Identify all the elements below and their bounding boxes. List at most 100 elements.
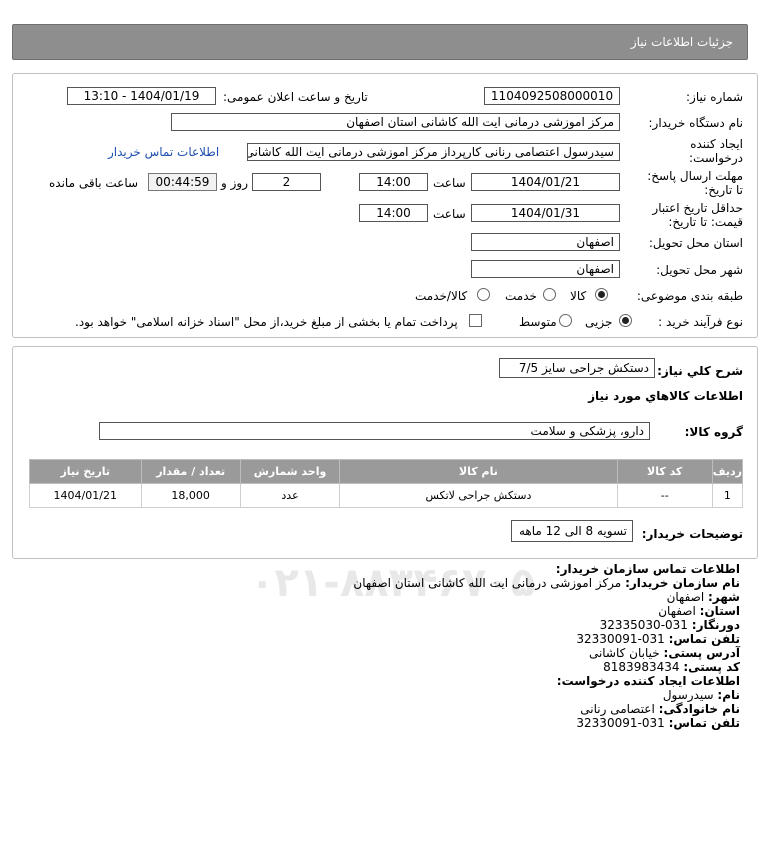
header-need-date: تاریخ نیاز	[29, 459, 142, 484]
creator-title: اطلاعات ایجاد کننده درخواست:	[556, 674, 740, 688]
contact-title: اطلاعات تماس سازمان خریدار:	[555, 562, 740, 576]
contact-address-line: آدرس پستی: خیابان کاشانی	[20, 646, 740, 660]
validity-time-field: 14:00	[359, 204, 428, 222]
goods-panel: شرح کلي نياز: دستکش جراحی سایز 7/5 اطلاع…	[12, 346, 758, 559]
category-goods-radio[interactable]	[595, 288, 608, 301]
page-title: جزئیات اطلاعات نیاز	[630, 35, 733, 49]
need-info-panel: شماره نیاز: 1104092508000010 تاریخ و ساع…	[12, 73, 758, 338]
province-field: اصفهان	[471, 233, 620, 251]
creator-title-line: اطلاعات ایجاد کننده درخواست:	[20, 674, 740, 688]
creator-field: سیدرسول اعتصامی رنانی کارپرداز مرکز اموز…	[247, 143, 620, 161]
process-small-label: جزیی	[585, 315, 613, 329]
contact-phone: 031-32330091	[576, 632, 665, 646]
header-unit: واحد شمارش	[239, 459, 341, 484]
contact-postal-label: کد پستی:	[683, 660, 740, 674]
table-row: 1 -- دستکش جراحی لاتکس عدد 18,000 1404/0…	[29, 483, 744, 508]
header-goods-name: نام کالا	[339, 459, 618, 484]
city-field: اصفهان	[471, 260, 620, 278]
contact-city: اصفهان	[666, 590, 705, 604]
buyer-notes-field: تسویه 8 الی 12 ماهه	[511, 520, 633, 542]
contact-city-label: شهر:	[708, 590, 740, 604]
contact-address-label: آدرس پستی:	[663, 646, 740, 660]
contact-fax: 031-32335030	[599, 618, 688, 632]
remaining-label: ساعت باقی مانده	[49, 176, 139, 190]
contact-phone-label: تلفن تماس:	[668, 632, 740, 646]
page-header: جزئیات اطلاعات نیاز	[12, 24, 748, 60]
cell-need-date: 1404/01/21	[29, 483, 142, 508]
contact-org-label: نام سازمان خریدار:	[625, 576, 740, 590]
remaining-time-field: 00:44:59	[148, 173, 217, 191]
creator-label-2: درخواست:	[689, 151, 743, 165]
creator-label-1: ایجاد کننده	[690, 137, 743, 151]
process-medium-radio[interactable]	[559, 314, 572, 327]
deadline-time-field: 14:00	[359, 173, 428, 191]
need-number-label: شماره نیاز:	[686, 90, 743, 104]
contact-postal: 8183983434	[603, 660, 680, 674]
treasury-payment-checkbox[interactable]	[469, 314, 482, 327]
creator-first-name: سیدرسول	[662, 688, 714, 702]
contact-title-line: اطلاعات تماس سازمان خریدار:	[20, 562, 740, 576]
goods-table-header: ردیف کد کالا نام کالا واحد شمارش تعداد /…	[29, 459, 744, 484]
goods-info-heading: اطلاعات کالاهاي مورد نياز	[588, 389, 743, 403]
deadline-label-2: تا تاریخ:	[704, 183, 743, 197]
announce-label: تاریخ و ساعت اعلان عمومی:	[223, 90, 368, 104]
goods-group-label: گروه کالا:	[684, 425, 743, 439]
category-goods-service-label: کالا/خدمت	[415, 289, 468, 303]
contact-fax-line: دورنگار: 031-32335030	[20, 618, 740, 632]
creator-last-name: اعتصامی رنانی	[580, 702, 655, 716]
creator-last-name-label: نام خانوادگی:	[658, 702, 740, 716]
contact-org: مرکز اموزشی درمانی ایت الله کاشانی استان…	[353, 576, 622, 590]
category-goods-label: کالا	[570, 289, 587, 303]
cell-unit: عدد	[239, 483, 341, 508]
validity-date-field: 1404/01/31	[471, 204, 620, 222]
process-label: نوع فرآیند خرید :	[658, 315, 743, 329]
need-number-field: 1104092508000010	[484, 87, 620, 105]
contact-org-line: نام سازمان خریدار: مرکز اموزشی درمانی ای…	[20, 576, 740, 590]
validity-label-1: حداقل تاریخ اعتبار	[652, 201, 743, 215]
creator-first-name-line: نام: سیدرسول	[20, 688, 740, 702]
province-label: استان محل تحویل:	[648, 236, 743, 250]
goods-group-field: دارو، پزشکی و سلامت	[99, 422, 650, 440]
header-quantity: تعداد / مقدار	[140, 459, 241, 484]
buyer-org-label: نام دستگاه خریدار:	[648, 116, 744, 130]
category-label: طبقه بندی موضوعی:	[636, 289, 743, 303]
days-label: روز و	[221, 176, 248, 190]
contact-province-label: استان:	[699, 604, 740, 618]
process-medium-label: متوسط	[519, 315, 557, 329]
category-goods-service-radio[interactable]	[477, 288, 490, 301]
header-row-number: ردیف	[711, 459, 744, 484]
announce-datetime-field: 1404/01/19 - 13:10	[67, 87, 216, 105]
creator-phone-label: تلفن تماس:	[668, 716, 740, 730]
buyer-org-field: مرکز اموزشی درمانی ایت الله کاشانی استان…	[171, 113, 620, 131]
contact-phone-line: تلفن تماس: 031-32330091	[20, 632, 740, 646]
contact-city-line: شهر: اصفهان	[20, 590, 740, 604]
category-service-radio[interactable]	[543, 288, 556, 301]
buyer-notes-label: توضیحات خریدار:	[641, 527, 743, 541]
validity-label-2: قیمت: تا تاریخ:	[668, 215, 743, 229]
city-label: شهر محل تحویل:	[656, 263, 743, 277]
cell-goods-code: --	[616, 483, 713, 508]
contact-info: اطلاعات تماس سازمان خریدار: نام سازمان خ…	[20, 562, 740, 730]
category-service-label: خدمت	[505, 289, 537, 303]
treasury-payment-note: پرداخت تمام یا بخشی از مبلغ خرید،از محل …	[75, 315, 458, 329]
creator-phone-line: تلفن تماس: 031-32330091	[20, 716, 740, 730]
cell-quantity: 18,000	[140, 483, 241, 508]
cell-goods-name: دستکش جراحی لاتکس	[339, 483, 618, 508]
contact-province-line: استان: اصفهان	[20, 604, 740, 618]
goods-table: ردیف کد کالا نام کالا واحد شمارش تعداد /…	[29, 459, 744, 508]
contact-postal-line: کد پستی: 8183983434	[20, 660, 740, 674]
creator-first-name-label: نام:	[717, 688, 740, 702]
contact-address: خیابان کاشانی	[588, 646, 660, 660]
contact-fax-label: دورنگار:	[691, 618, 740, 632]
buyer-contact-link[interactable]: اطلاعات تماس خریدار	[108, 145, 219, 159]
deadline-label-1: مهلت ارسال پاسخ:	[647, 169, 743, 183]
deadline-time-label: ساعت	[433, 176, 466, 190]
deadline-date-field: 1404/01/21	[471, 173, 620, 191]
summary-field: دستکش جراحی سایز 7/5	[499, 358, 655, 378]
cell-row-number: 1	[711, 483, 744, 508]
summary-label: شرح کلي نياز:	[657, 364, 743, 378]
contact-province: اصفهان	[658, 604, 696, 618]
creator-last-name-line: نام خانوادگی: اعتصامی رنانی	[20, 702, 740, 716]
validity-time-label: ساعت	[433, 207, 466, 221]
process-small-radio[interactable]	[619, 314, 632, 327]
